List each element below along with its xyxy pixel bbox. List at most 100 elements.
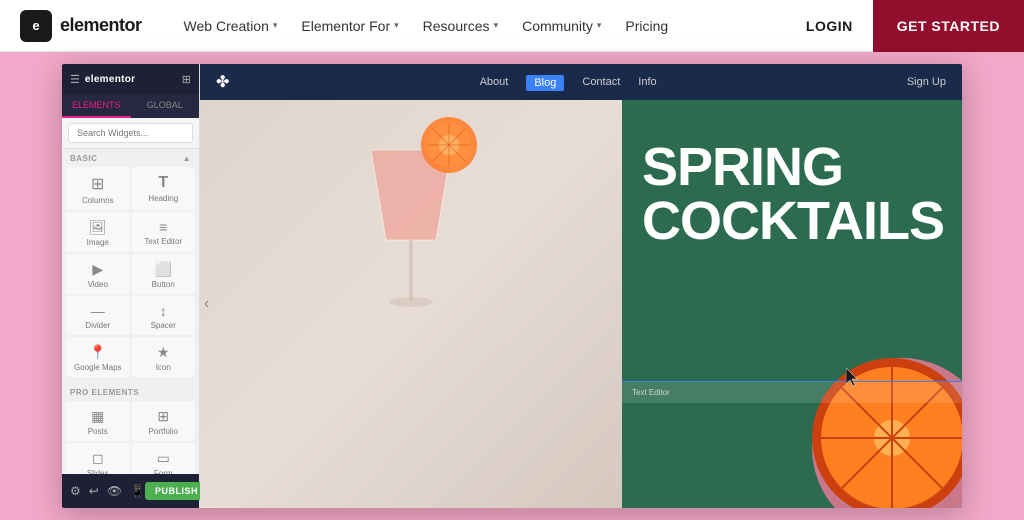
login-button[interactable]: LOGIN — [786, 8, 873, 44]
widget-label: Spacer — [151, 321, 176, 330]
text-editor-label: Text Editor — [632, 388, 670, 397]
section-collapse-icon[interactable]: ▲ — [183, 154, 191, 163]
sidebar-tabs: ELEMENTS GLOBAL — [62, 94, 199, 118]
text-editor-icon: ≡ — [159, 219, 167, 235]
widget-label: Columns — [82, 196, 114, 205]
divider-icon: — — [91, 303, 105, 319]
sidebar-grid-icon[interactable]: ⊞ — [182, 73, 191, 86]
widget-posts[interactable]: ▦ Posts — [66, 401, 130, 441]
cocktail-photo-section: ‹ — [200, 100, 622, 508]
widget-video[interactable]: ▶ Video — [66, 254, 130, 294]
slides-icon: ◻ — [92, 450, 104, 467]
heading-icon: T — [158, 174, 168, 192]
inner-nav-about[interactable]: About — [480, 76, 509, 88]
main-content: ☰ elementor ⊞ ELEMENTS GLOBAL — [0, 52, 1024, 520]
widget-label: Text Editor — [144, 237, 182, 246]
chevron-down-icon: ▾ — [273, 20, 278, 31]
chevron-down-icon: ▾ — [494, 20, 499, 31]
portfolio-icon: ⊞ — [157, 408, 169, 425]
left-edge-arrow[interactable]: ‹ — [204, 295, 209, 313]
get-started-button[interactable]: GET STARTED — [873, 0, 1024, 52]
widget-button[interactable]: ⬜ Button — [132, 254, 196, 294]
inner-nav-signup[interactable]: Sign Up — [907, 76, 946, 88]
logo-text: elementor — [60, 15, 142, 36]
text-editor-bar[interactable]: Text Editor — [622, 381, 962, 403]
posts-icon: ▦ — [91, 408, 104, 425]
nav-item-web-creation[interactable]: Web Creation ▾ — [172, 12, 290, 40]
columns-icon: ⊞ — [91, 174, 104, 194]
editor-sidebar: ☰ elementor ⊞ ELEMENTS GLOBAL — [62, 64, 200, 508]
cocktails-text: COCKTAILS — [642, 194, 942, 248]
cocktails-text-section: SPRING COCKTAILS Text Editor — [622, 100, 962, 508]
widget-google-maps[interactable]: 📍 Google Maps — [66, 337, 130, 377]
widget-heading[interactable]: T Heading — [132, 167, 196, 210]
widget-form[interactable]: ▭ Form — [132, 443, 196, 474]
spacer-icon: ↕ — [160, 303, 167, 319]
icon-widget-icon: ★ — [157, 344, 170, 361]
nav-item-community[interactable]: Community ▾ — [510, 12, 613, 40]
mouse-cursor — [846, 368, 862, 393]
widget-image[interactable]: 🖼 Image — [66, 212, 130, 252]
image-icon: 🖼 — [89, 219, 107, 236]
responsive-icon[interactable]: 📱 — [130, 484, 145, 498]
widget-label: Icon — [156, 363, 171, 372]
preview-icon[interactable]: 👁 — [107, 484, 122, 498]
search-area — [62, 118, 199, 149]
widget-text-editor[interactable]: ≡ Text Editor — [132, 212, 196, 252]
sidebar-bottom-bar: ⚙ ↩ 👁 📱 PUBLISH — [62, 474, 199, 508]
top-navigation: e elementor Web Creation ▾ Elementor For… — [0, 0, 1024, 52]
inner-website-nav: ✤ About Blog Contact Info Sign Up — [200, 64, 962, 100]
pro-widgets-grid: ▦ Posts ⊞ Portfolio ◻ Slides ▭ Form — [62, 399, 199, 474]
spring-text: SPRING — [642, 140, 942, 194]
widget-portfolio[interactable]: ⊞ Portfolio — [132, 401, 196, 441]
nav-right: LOGIN GET STARTED — [786, 0, 1024, 52]
widget-label: Button — [152, 280, 175, 289]
sidebar-header: ☰ elementor ⊞ — [62, 64, 199, 94]
widget-label: Divider — [85, 321, 110, 330]
widget-spacer[interactable]: ↕ Spacer — [132, 296, 196, 335]
settings-icon[interactable]: ⚙ — [70, 484, 81, 498]
nav-item-elementor-for[interactable]: Elementor For ▾ — [289, 12, 410, 40]
button-icon: ⬜ — [155, 261, 172, 278]
google-maps-icon: 📍 — [89, 344, 106, 361]
pro-section-header: PRO ELEMENTS — [62, 383, 199, 399]
inner-nav-info[interactable]: Info — [638, 76, 656, 88]
chevron-down-icon: ▾ — [597, 20, 602, 31]
widget-divider[interactable]: — Divider — [66, 296, 130, 335]
editor-container: ☰ elementor ⊞ ELEMENTS GLOBAL — [62, 64, 962, 508]
nav-item-pricing[interactable]: Pricing — [613, 12, 680, 40]
widget-label: Portfolio — [149, 427, 178, 436]
website-content: ‹ SPRING COCKTAILS Text Editor — [200, 100, 962, 508]
inner-nav-links: About Blog Contact Info — [480, 73, 657, 91]
form-icon: ▭ — [157, 450, 170, 467]
widget-columns[interactable]: ⊞ Columns — [66, 167, 130, 210]
widget-label: Google Maps — [74, 363, 122, 372]
bottom-action-icons: ⚙ ↩ 👁 📱 — [70, 484, 145, 498]
sidebar-logo-text: elementor — [85, 74, 136, 85]
basic-widgets-grid: ⊞ Columns T Heading 🖼 Image ≡ Text Edito… — [62, 165, 199, 379]
tab-global[interactable]: GLOBAL — [131, 94, 200, 118]
nav-item-resources[interactable]: Resources ▾ — [411, 12, 510, 40]
widget-label: Video — [88, 280, 108, 289]
editor-preview: ✤ About Blog Contact Info Sign Up — [200, 64, 962, 508]
widgets-area: BASIC ▲ ⊞ Columns T Heading 🖼 Image — [62, 149, 199, 474]
widget-icon[interactable]: ★ Icon — [132, 337, 196, 377]
publish-button[interactable]: PUBLISH — [145, 482, 208, 500]
history-icon[interactable]: ↩ — [89, 484, 99, 498]
widget-label: Heading — [148, 194, 178, 203]
cocktail-glass-illustration — [311, 110, 511, 390]
inner-nav-blog[interactable]: Blog — [526, 73, 564, 91]
widget-label: Posts — [88, 427, 108, 436]
widget-label: Image — [87, 238, 109, 247]
video-icon: ▶ — [92, 261, 103, 278]
sidebar-hamburger-icon[interactable]: ☰ — [70, 73, 80, 86]
inner-nav-logo: ✤ — [216, 72, 229, 92]
search-input[interactable] — [68, 123, 193, 143]
nav-items: Web Creation ▾ Elementor For ▾ Resources… — [172, 12, 786, 40]
logo-area[interactable]: e elementor — [0, 10, 162, 42]
inner-nav-contact[interactable]: Contact — [582, 76, 620, 88]
elementor-logo-icon: e — [20, 10, 52, 42]
chevron-down-icon: ▾ — [394, 20, 399, 31]
widget-slides[interactable]: ◻ Slides — [66, 443, 130, 474]
tab-elements[interactable]: ELEMENTS — [62, 94, 131, 118]
